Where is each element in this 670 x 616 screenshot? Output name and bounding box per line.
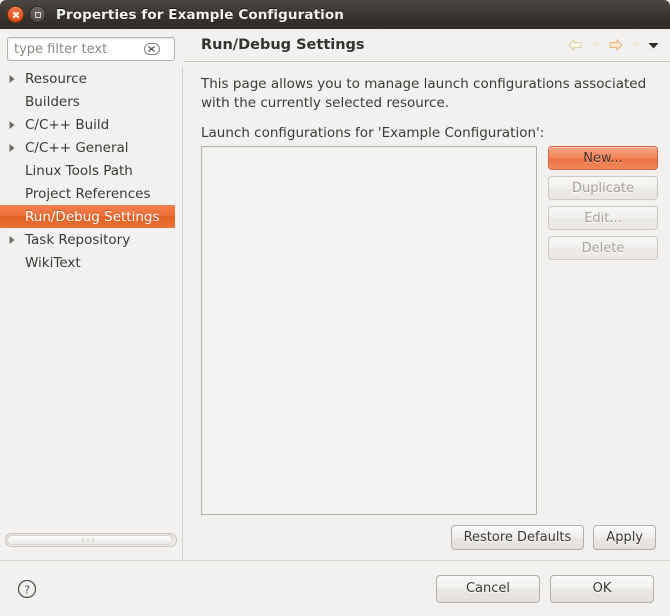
- launch-config-actions: New... Duplicate Edit... Delete: [548, 146, 658, 260]
- expand-arrow-icon[interactable]: [0, 120, 24, 130]
- dialog-body: Resource Builders C/C++ Build C/: [0, 29, 670, 560]
- page-action-buttons: Restore Defaults Apply: [184, 525, 670, 550]
- sidebar-item-label: Resource: [25, 70, 87, 87]
- page-description-line2: with the currently selected resource.: [201, 95, 450, 111]
- svg-text:?: ?: [24, 583, 30, 596]
- maximize-icon[interactable]: [29, 6, 46, 23]
- footer-actions: Cancel OK: [436, 574, 670, 603]
- sidebar-item-task-repository[interactable]: Task Repository: [0, 228, 182, 251]
- page-header: Run/Debug Settings: [184, 29, 670, 62]
- sidebar-item-label: Run/Debug Settings: [25, 208, 160, 225]
- expand-arrow-icon[interactable]: [0, 235, 24, 245]
- ok-button[interactable]: OK: [550, 574, 654, 603]
- apply-button[interactable]: Apply: [593, 525, 656, 550]
- cancel-button[interactable]: Cancel: [436, 574, 540, 603]
- search-input[interactable]: [8, 39, 142, 59]
- sidebar-item-builders[interactable]: Builders: [0, 90, 182, 113]
- launch-configurations-list[interactable]: [201, 146, 537, 515]
- menu-dropdown-icon[interactable]: [646, 34, 661, 56]
- page-description: This page allows you to manage launch co…: [201, 75, 653, 113]
- clear-text-icon[interactable]: [144, 43, 160, 55]
- page-title: Run/Debug Settings: [201, 37, 365, 53]
- page-description-line1: This page allows you to manage launch co…: [201, 76, 647, 92]
- sidebar-item-project-references[interactable]: Project References: [0, 182, 182, 205]
- sidebar-item-run-debug-settings[interactable]: Run/Debug Settings: [0, 205, 175, 228]
- sidebar-item-label: C/C++ General: [25, 139, 129, 156]
- duplicate-button[interactable]: Duplicate: [548, 176, 658, 200]
- help-question-icon[interactable]: ?: [16, 578, 38, 600]
- sidebar-item-label: Task Repository: [25, 231, 131, 248]
- filter-box[interactable]: [7, 37, 175, 61]
- restore-defaults-button[interactable]: Restore Defaults: [450, 525, 585, 550]
- delete-button[interactable]: Delete: [548, 236, 658, 260]
- expand-arrow-icon[interactable]: [0, 143, 24, 153]
- close-icon[interactable]: [7, 6, 24, 23]
- window-title: Properties for Example Configuration: [56, 6, 344, 23]
- sidebar-item-cpp-general[interactable]: C/C++ General: [0, 136, 182, 159]
- forward-arrow-icon[interactable]: [605, 34, 627, 56]
- launch-configurations-label: Launch configurations for 'Example Confi…: [201, 125, 545, 141]
- back-arrow-icon[interactable]: [564, 34, 586, 56]
- sidebar-item-linux-tools-path[interactable]: Linux Tools Path: [0, 159, 182, 182]
- sidebar-item-label: Project References: [25, 185, 151, 202]
- forward-dropdown-icon[interactable]: [629, 34, 644, 56]
- sidebar-item-label: Linux Tools Path: [25, 162, 133, 179]
- back-dropdown-icon[interactable]: [588, 34, 603, 56]
- sidebar-item-cpp-build[interactable]: C/C++ Build: [0, 113, 182, 136]
- title-bar: Properties for Example Configuration: [0, 0, 670, 29]
- dialog-footer: ? Cancel OK: [0, 561, 670, 616]
- edit-button[interactable]: Edit...: [548, 206, 658, 230]
- sidebar-item-resource[interactable]: Resource: [0, 67, 182, 90]
- expand-arrow-icon[interactable]: [0, 74, 24, 84]
- tree-horizontal-scrollbar[interactable]: [0, 530, 183, 550]
- window-controls: [7, 6, 46, 23]
- sidebar-item-label: Builders: [25, 93, 80, 110]
- page-nav-icons: [564, 34, 670, 56]
- properties-dialog: Properties for Example Configuration typ…: [0, 0, 670, 616]
- scrollbar-track[interactable]: [5, 533, 177, 547]
- settings-tree-pane: Resource Builders C/C++ Build C/: [0, 29, 183, 560]
- new-button[interactable]: New...: [548, 146, 658, 170]
- scrollbar-thumb[interactable]: [7, 535, 173, 545]
- sidebar-item-wikitext[interactable]: WikiText: [0, 251, 182, 274]
- sidebar-item-label: C/C++ Build: [25, 116, 110, 133]
- settings-page-pane: Run/Debug Settings This page allows you …: [184, 29, 670, 560]
- settings-tree[interactable]: Resource Builders C/C++ Build C/C++ Gene…: [0, 67, 183, 560]
- sidebar-item-label: WikiText: [25, 254, 81, 271]
